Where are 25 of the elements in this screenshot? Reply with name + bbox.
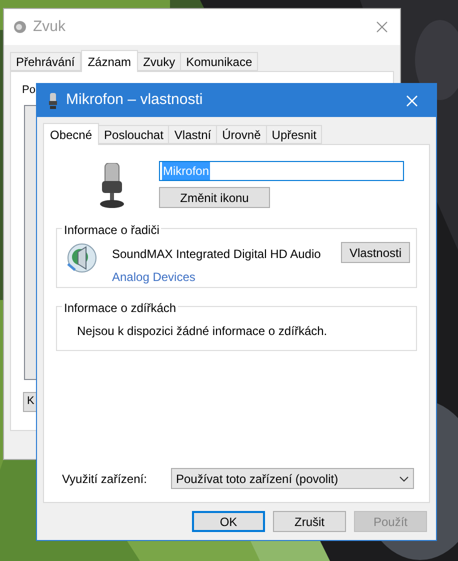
tab[interactable]: Komunikace bbox=[181, 52, 258, 71]
dialog-title: Mikrofon – vlastnosti bbox=[66, 90, 203, 110]
window-title: Zvuk bbox=[33, 16, 66, 37]
tab[interactable]: Přehrávání bbox=[10, 52, 81, 71]
change-icon-button[interactable]: Změnit ikonu bbox=[159, 187, 270, 208]
tab[interactable]: Poslouchat bbox=[99, 125, 170, 144]
tab[interactable]: Vlastní bbox=[169, 125, 218, 144]
jack-info-text: Nejsou k dispozici žádné informace o zdířkách. bbox=[77, 322, 328, 340]
tab[interactable]: Upřesnit bbox=[266, 125, 322, 144]
close-icon[interactable] bbox=[376, 21, 388, 33]
properties-button[interactable]: Vlastnosti bbox=[341, 242, 410, 263]
dialog-button[interactable]: OK bbox=[192, 511, 265, 532]
tab[interactable]: Úrovně bbox=[217, 125, 267, 144]
chevron-down-icon bbox=[399, 476, 409, 482]
tab[interactable]: Záznam bbox=[80, 50, 138, 72]
microphone-icon bbox=[49, 92, 57, 108]
device-name: SoundMAX Integrated Digital HD Audio bbox=[112, 246, 321, 263]
manufacturer-link[interactable]: Analog Devices bbox=[112, 268, 321, 286]
usage-dropdown[interactable]: Používat toto zařízení (povolit) bbox=[171, 468, 414, 489]
usage-label: Využití zařízení: bbox=[61, 470, 148, 488]
dialog-button[interactable]: Zrušit bbox=[273, 511, 346, 532]
instruction-text: Po bbox=[22, 83, 36, 98]
tab[interactable]: Zvuky bbox=[138, 52, 182, 71]
name-value: Mikrofon bbox=[162, 162, 210, 180]
tab[interactable]: Obecné bbox=[43, 123, 100, 145]
